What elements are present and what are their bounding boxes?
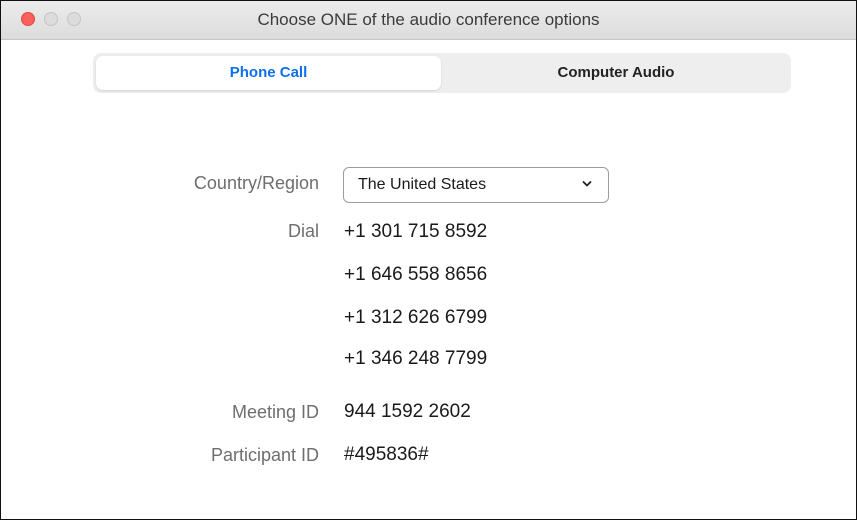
tab-computer-audio[interactable]: Computer Audio [444,56,788,90]
audio-options-window: Choose ONE of the audio conference optio… [0,0,857,520]
participant-id-value: #495836# [344,444,429,465]
country-region-value: The United States [358,176,487,193]
title-bar: Choose ONE of the audio conference optio… [1,1,856,40]
dial-number: +1 646 558 8656 [344,264,488,285]
dial-label: Dial [287,221,319,241]
dial-number: +1 312 626 6799 [344,307,488,328]
participant-id-label: Participant ID [210,445,319,465]
dial-number: +1 301 715 8592 [344,221,488,242]
country-region-label: Country/Region [193,173,319,193]
tab-phone-call[interactable]: Phone Call [96,56,441,90]
meeting-id-label: Meeting ID [231,402,319,422]
dial-number: +1 346 248 7799 [344,348,488,369]
meeting-id-value: 944 1592 2602 [344,401,471,422]
audio-mode-tabs: Phone Call Computer Audio [93,53,791,93]
country-region-select[interactable]: The United States [343,167,609,203]
window-title: Choose ONE of the audio conference optio… [257,10,600,29]
chevron-down-icon [582,181,592,187]
